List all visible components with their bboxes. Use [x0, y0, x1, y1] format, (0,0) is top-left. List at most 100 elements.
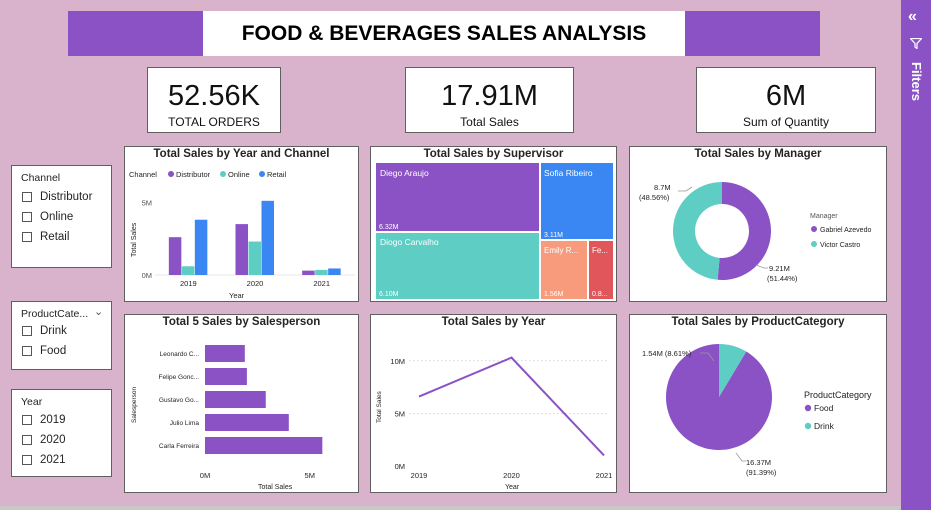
y-tick-label: Julio Lima	[170, 420, 200, 427]
slicer-item-label: 2019	[40, 414, 66, 426]
checkbox[interactable]	[22, 212, 32, 222]
salesperson-bar[interactable]	[205, 414, 289, 431]
column-bar-online-2019[interactable]	[181, 266, 195, 275]
checkbox[interactable]	[22, 346, 32, 356]
salesperson-bar[interactable]	[205, 391, 266, 408]
donut-chart: 8.7M (48.56%) 9.21M (51.44%) Manager Gab…	[639, 182, 871, 283]
y-tick-label: 5M	[395, 409, 405, 418]
y-axis-label: Total Sales	[376, 390, 383, 423]
column-bar-retail-2021[interactable]	[328, 268, 341, 275]
salesperson-bar[interactable]	[205, 368, 247, 385]
page-tab-bar	[0, 506, 901, 510]
checkbox[interactable]	[22, 232, 32, 242]
line-chart: Total Sales Year 0M 5M 10M 2019 2020 2021	[376, 356, 612, 491]
slicer-title: Channel	[21, 172, 61, 184]
donut-pct-gabriel: (51.44%)	[767, 274, 798, 283]
slicer-title: ProductCate...	[21, 308, 89, 320]
x-tick-label: 2019	[180, 279, 197, 288]
x-tick-label: 5M	[305, 471, 315, 480]
checkbox[interactable]	[22, 435, 32, 445]
kpi-sum-of-quantity[interactable]: 6M Sum of Quantity	[696, 67, 876, 133]
channel-slicer[interactable]: Channel Distributor Online Retail	[11, 165, 112, 268]
legend-label-victor: Victor Castro	[820, 242, 860, 249]
filters-pane[interactable]: « Filters	[901, 0, 931, 510]
legend-label-distributor: Distributor	[176, 170, 211, 179]
tile-value: 1.56M	[544, 291, 564, 298]
slicer-item-label: Distributor	[40, 191, 93, 203]
salesperson-bar[interactable]	[205, 437, 323, 454]
tile-label: Emily R...	[544, 246, 578, 255]
legend-marker-online	[220, 171, 226, 177]
checkbox[interactable]	[22, 455, 32, 465]
donut-label-victor: 8.7M	[654, 183, 671, 192]
sales-line[interactable]	[418, 356, 605, 457]
slicer-item-2019[interactable]: 2019	[22, 414, 66, 426]
year-slicer[interactable]: Year 2019 2020 2021	[11, 389, 112, 477]
kpi-value: 17.91M	[441, 80, 538, 112]
column-bar-online-2021[interactable]	[315, 269, 328, 275]
chevron-down-icon[interactable]: ⌄	[94, 305, 103, 318]
leader-line	[755, 264, 768, 269]
slicer-item-drink[interactable]: Drink	[22, 325, 67, 337]
double-chevron-left-icon[interactable]: «	[908, 8, 917, 26]
x-tick-label: 2019	[411, 471, 428, 480]
pie-label-drink: 1.54M (8.61%)	[642, 349, 692, 358]
donut-slice-gabriel-azevedo[interactable]	[717, 182, 771, 280]
funnel-icon	[910, 38, 922, 49]
column-bar-online-2020[interactable]	[248, 241, 262, 275]
y-tick-label: Leonardo C...	[160, 351, 200, 358]
tile-label: Diogo Carvalho	[380, 237, 439, 247]
slicer-item-distributor[interactable]: Distributor	[22, 191, 92, 203]
salesperson-bar[interactable]	[205, 345, 245, 362]
y-tick-label: 0M	[142, 271, 152, 280]
kpi-value: 52.56K	[168, 80, 260, 112]
chart-sales-by-manager[interactable]: Total Sales by Manager 8.7M (48.56%) 9.2…	[629, 146, 887, 302]
y-tick-label: 0M	[395, 462, 405, 471]
slicer-item-2021[interactable]: 2021	[22, 454, 66, 466]
legend-marker-distributor	[168, 171, 174, 177]
x-tick-label: 2020	[503, 471, 520, 480]
pie-chart: 1.54M (8.61%) 16.37M (91.39%) ProductCat…	[642, 344, 872, 477]
column-bar-distributor-2021[interactable]	[302, 270, 315, 275]
kpi-label: Total Sales	[460, 115, 519, 129]
slicer-item-2020[interactable]: 2020	[22, 434, 66, 446]
y-tick-label: 5M	[142, 198, 152, 207]
chart-top5-salesperson[interactable]: Total 5 Sales by Salesperson Salesperson…	[124, 314, 359, 493]
slicer-item-label: Online	[40, 211, 74, 223]
product-category-slicer[interactable]: ProductCate... ⌄ Drink Food	[11, 301, 112, 370]
slicer-item-retail[interactable]: Retail	[22, 231, 69, 243]
legend-label-food: Food	[814, 403, 834, 413]
checkbox[interactable]	[22, 415, 32, 425]
column-chart: Channel Distributor Online Retail Total …	[129, 170, 355, 300]
column-bar-retail-2020[interactable]	[261, 200, 275, 275]
slicer-item-online[interactable]: Online	[22, 211, 73, 223]
y-tick-label: 10M	[390, 357, 405, 366]
column-bar-distributor-2019[interactable]	[168, 237, 182, 275]
kpi-total-sales[interactable]: 17.91M Total Sales	[405, 67, 574, 133]
slicer-item-food[interactable]: Food	[22, 345, 66, 357]
chart-sales-by-year-channel[interactable]: Total Sales by Year and Channel Channel …	[124, 146, 359, 302]
kpi-total-orders[interactable]: 52.56K TOTAL ORDERS	[147, 67, 281, 133]
tile-value: 3.11M	[544, 232, 563, 239]
filters-label: Filters	[909, 62, 924, 102]
legend-marker-food	[804, 404, 812, 412]
legend-marker-victor	[811, 241, 817, 247]
chart-sales-by-supervisor[interactable]: Total Sales by Supervisor Diego Araujo 6…	[370, 146, 617, 302]
donut-slice-victor-castro[interactable]	[673, 182, 722, 280]
chart-sales-by-year[interactable]: Total Sales by Year Total Sales Year 0M 5…	[370, 314, 617, 493]
slicer-item-label: 2021	[40, 454, 66, 466]
kpi-value: 6M	[765, 80, 807, 112]
checkbox[interactable]	[22, 326, 32, 336]
x-axis-label: Year	[505, 484, 520, 491]
page-title: FOOD & BEVERAGES SALES ANALYSIS	[203, 11, 685, 56]
legend-title: Manager	[810, 213, 838, 220]
column-bar-retail-2019[interactable]	[194, 219, 208, 275]
leader-line	[678, 186, 693, 192]
column-bar-distributor-2020[interactable]	[235, 224, 249, 275]
chart-sales-by-product-category[interactable]: Total Sales by ProductCategory 1.54M (8.…	[629, 314, 887, 493]
y-tick-label: Gustavo Go...	[159, 397, 199, 404]
checkbox[interactable]	[22, 192, 32, 202]
legend-label-drink: Drink	[814, 421, 835, 431]
pie-label-food: 16.37M	[746, 458, 771, 467]
x-tick-label: 0M	[200, 471, 210, 480]
